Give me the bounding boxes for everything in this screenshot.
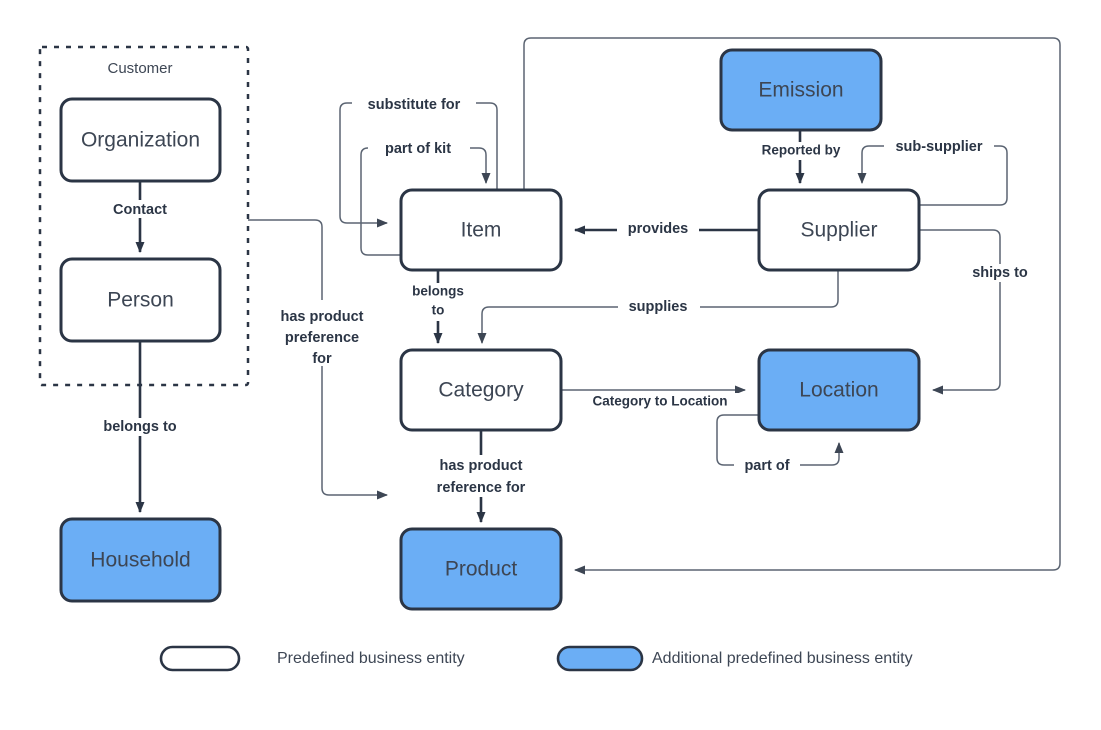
node-supplier-label: Supplier: [800, 219, 877, 242]
edge-category-to-location: Category to Location: [561, 385, 746, 411]
node-person[interactable]: Person: [59, 257, 222, 343]
legend-item-additional: Additional predefined business entity: [556, 645, 913, 672]
legend-item-predefined: Predefined business entity: [159, 645, 465, 672]
node-item[interactable]: Item: [399, 188, 563, 272]
legend-swatch-predefined: [159, 645, 241, 672]
edge-item-belongs-label-line1: belongs: [412, 284, 464, 299]
edge-category-to-location-label: Category to Location: [592, 394, 727, 409]
node-category[interactable]: Category: [399, 348, 563, 432]
node-product[interactable]: Product: [399, 527, 563, 611]
erd-canvas: Customer Contact belongs to has product …: [38, 37, 1061, 672]
edge-hpp-label-line2: preference: [285, 330, 359, 346]
node-household[interactable]: Household: [59, 517, 222, 603]
edge-contact: Contact: [98, 181, 182, 253]
legend: Predefined business entity Additional pr…: [159, 645, 913, 672]
edge-supplier-provides-item: provides: [574, 219, 759, 238]
node-location-label: Location: [799, 379, 878, 402]
node-household-label: Household: [90, 549, 190, 572]
edge-hpp-label-line1: has product: [281, 309, 364, 325]
edge-belongs-to-label: belongs to: [103, 419, 176, 435]
edge-provides-label: provides: [628, 221, 688, 237]
legend-label-additional: Additional predefined business entity: [652, 650, 913, 667]
customer-group-label: Customer: [107, 60, 172, 77]
edge-part-of-label: part of: [744, 458, 789, 474]
edge-substitute-for-label: substitute for: [368, 97, 461, 113]
edge-hpp-label-line3: for: [312, 351, 332, 367]
edge-ships-to-path: [919, 229, 1001, 395]
edge-item-belongs-label-line2: to: [432, 303, 445, 318]
edge-emission-reported-by-supplier: Reported by: [744, 130, 858, 184]
legend-swatch-additional: [556, 645, 644, 672]
node-organization-label: Organization: [81, 129, 200, 152]
edge-category-has-product-reference-for: has product reference for: [415, 430, 549, 523]
edge-hpr-label-line2: reference for: [437, 480, 526, 496]
edge-supplier-ships-to-location: ships to: [919, 229, 1038, 395]
node-location[interactable]: Location: [757, 348, 921, 432]
edge-contact-label: Contact: [113, 202, 167, 218]
node-emission[interactable]: Emission: [719, 48, 883, 132]
node-category-label: Category: [438, 379, 524, 402]
edge-person-belongs-to-household: belongs to: [86, 341, 196, 513]
node-item-label: Item: [461, 219, 502, 242]
edge-ships-to-label: ships to: [972, 265, 1028, 281]
edge-supplier-supplies-category: supplies: [477, 270, 839, 344]
node-organization[interactable]: Organization: [59, 97, 222, 183]
edge-sub-supplier-label: sub-supplier: [895, 139, 982, 155]
edge-reported-by-label: Reported by: [762, 143, 841, 158]
edge-part-of-kit-label: part of kit: [385, 141, 451, 157]
edge-has-product-preference-for: has product preference for: [248, 219, 388, 500]
erd-diagram: Customer Contact belongs to has product …: [0, 0, 1101, 730]
node-person-label: Person: [107, 289, 174, 312]
edge-supplies-label: supplies: [629, 299, 688, 315]
edge-item-belongs-to-category: belongs to: [404, 270, 474, 344]
node-emission-label: Emission: [758, 79, 843, 102]
node-supplier[interactable]: Supplier: [757, 188, 921, 272]
edge-hpr-label-line1: has product: [440, 458, 523, 474]
legend-label-predefined: Predefined business entity: [277, 650, 465, 667]
node-product-label: Product: [445, 558, 518, 581]
